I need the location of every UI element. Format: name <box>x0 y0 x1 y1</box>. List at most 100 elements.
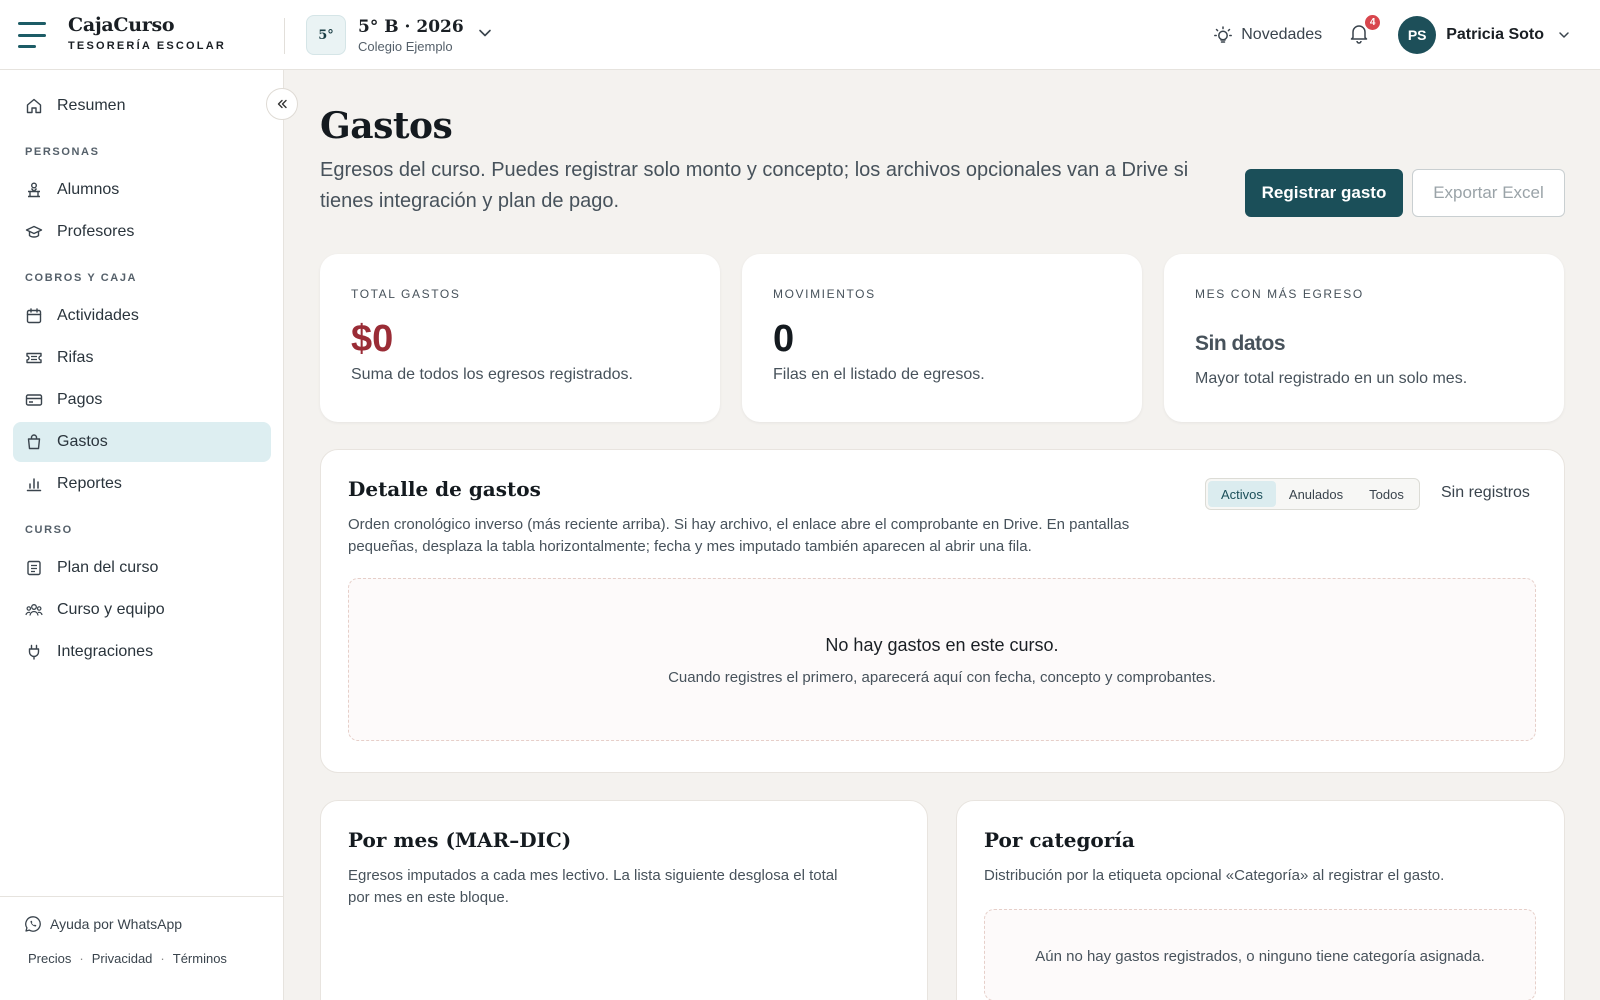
course-selector[interactable]: 5° 5° B · 2026 Colegio Ejemplo <box>306 15 492 55</box>
sidebar-item-actividades[interactable]: Actividades <box>13 296 271 336</box>
sidebar-item-plan-del-curso[interactable]: Plan del curso <box>13 548 271 588</box>
user-name: Patricia Soto <box>1446 26 1544 43</box>
chevron-down-icon <box>478 29 491 37</box>
sidebar-item-label: Profesores <box>57 223 135 240</box>
sidebar: Resumen PERSONAS Alumnos Profesores COBR… <box>0 70 284 1000</box>
nav-section-title: PERSONAS <box>25 146 100 158</box>
plug-icon <box>28 644 40 660</box>
graduation-cap-icon <box>25 225 43 238</box>
chevron-down-icon <box>1559 32 1569 38</box>
panel-description: Egresos imputados a cada mes lectivo. La… <box>348 865 837 909</box>
sidebar-item-label: Plan del curso <box>57 559 159 576</box>
stat-card-top-month: MES CON MÁS EGRESO Sin datos Mayor total… <box>1164 254 1564 422</box>
panel-description: Distribución por la etiqueta opcional «C… <box>984 867 1445 884</box>
stat-card-total: TOTAL GASTOS $0 Suma de todos los egreso… <box>320 254 720 422</box>
credit-card-icon <box>25 394 43 406</box>
footer-link-terminos[interactable]: Términos <box>173 951 227 966</box>
document-icon <box>27 560 41 576</box>
sidebar-item-label: Gastos <box>57 433 108 450</box>
main-content: Gastos Egresos del curso. Puedes registr… <box>285 71 1600 1000</box>
sidebar-item-label: Alumnos <box>57 181 120 198</box>
expense-detail-panel: Detalle de gastos Orden cronológico inve… <box>320 449 1565 773</box>
shopping-bag-icon <box>27 434 41 450</box>
notifications-button[interactable]: 4 <box>1348 12 1383 49</box>
records-count: Sin registros <box>1441 484 1530 501</box>
team-icon <box>25 604 43 616</box>
help-label: Ayuda por WhatsApp <box>50 916 183 932</box>
notification-badge: 4 <box>1363 12 1383 32</box>
bar-chart-icon <box>26 478 42 492</box>
calendar-icon <box>26 308 42 324</box>
sidebar-item-label: Integraciones <box>57 643 154 660</box>
course-school: Colegio Ejemplo <box>358 38 453 54</box>
nav-section-title: COBROS Y CAJA <box>25 272 138 284</box>
description-line: Egresos imputados a cada mes lectivo. La… <box>348 867 838 884</box>
avatar: PS <box>1398 16 1437 54</box>
stat-label: MOVIMIENTOS <box>773 287 876 301</box>
footer-links: Precios · Privacidad · Términos <box>28 951 227 966</box>
register-expense-button[interactable]: Registrar gasto <box>1245 169 1403 217</box>
sidebar-item-label: Actividades <box>57 307 139 324</box>
chevrons-left-icon <box>277 99 287 109</box>
course-name: 5° B · 2026 <box>358 16 464 37</box>
panel-title: Por mes (MAR–DIC) <box>348 828 572 852</box>
sidebar-item-profesores[interactable]: Profesores <box>13 212 271 252</box>
sidebar-item-rifas[interactable]: Rifas <box>13 338 271 378</box>
by-month-panel: Por mes (MAR–DIC) Egresos imputados a ca… <box>320 800 928 1000</box>
students-icon <box>28 182 40 198</box>
top-bar: CajaCurso TESORERÍA ESCOLAR 5° 5° B · 20… <box>0 0 1600 70</box>
empty-state: No hay gastos en este curso. Cuando regi… <box>348 578 1536 741</box>
stat-note: Filas en el listado de egresos. <box>773 366 985 383</box>
empty-subtitle: Cuando registres el primero, aparecerá a… <box>668 669 1216 686</box>
stat-note: Suma de todos los egresos registrados. <box>351 366 633 383</box>
empty-message: Aún no hay gastos registrados, o ninguno… <box>1035 948 1485 965</box>
menu-icon[interactable] <box>18 22 48 48</box>
sidebar-nav: Resumen PERSONAS Alumnos Profesores COBR… <box>13 86 271 674</box>
filter-todos[interactable]: Todos <box>1356 481 1417 507</box>
sidebar-item-label: Reportes <box>57 475 122 492</box>
nav-section-title: CURSO <box>25 524 73 536</box>
course-badge: 5° <box>306 15 346 55</box>
brand-name: CajaCurso <box>68 14 175 36</box>
export-excel-button[interactable]: Exportar Excel <box>1412 169 1565 217</box>
page-title: Gastos <box>320 105 453 147</box>
description-line: por mes en este bloque. <box>348 889 509 906</box>
stat-value: 0 <box>773 318 795 360</box>
separator: · <box>160 951 165 966</box>
footer-link-precios[interactable]: Precios <box>28 951 71 966</box>
divider <box>284 18 285 54</box>
sidebar-item-pagos[interactable]: Pagos <box>13 380 271 420</box>
sidebar-item-label: Rifas <box>57 349 94 366</box>
by-category-panel: Por categoría Distribución por la etique… <box>956 800 1565 1000</box>
stat-value: $0 <box>351 318 394 360</box>
sidebar-item-label: Curso y equipo <box>57 601 165 618</box>
sidebar-item-curso-y-equipo[interactable]: Curso y equipo <box>13 590 271 630</box>
panel-title: Por categoría <box>984 828 1135 852</box>
whatsapp-icon <box>25 916 41 932</box>
sidebar-item-alumnos[interactable]: Alumnos <box>13 170 271 210</box>
stat-note: Mayor total registrado en un solo mes. <box>1195 370 1468 387</box>
sidebar-item-label: Resumen <box>57 97 126 114</box>
sidebar-item-reportes[interactable]: Reportes <box>13 464 271 504</box>
home-icon <box>26 98 42 114</box>
footer-link-privacidad[interactable]: Privacidad <box>92 951 153 966</box>
user-menu[interactable]: PS Patricia Soto <box>1398 16 1570 54</box>
lightbulb-icon <box>1214 26 1233 43</box>
sidebar-footer: Ayuda por WhatsApp Precios · Privacidad … <box>0 896 283 966</box>
status-filter: Activos Anulados Todos <box>1205 478 1420 510</box>
stat-card-movements: MOVIMIENTOS 0 Filas en el listado de egr… <box>742 254 1142 422</box>
filter-activos[interactable]: Activos <box>1208 481 1276 507</box>
description-line: Orden cronológico inverso (más reciente … <box>348 516 1130 533</box>
description-line: pequeñas, desplaza la tabla horizontalme… <box>348 538 1032 555</box>
news-button[interactable]: Novedades <box>1213 25 1322 45</box>
stat-value: Sin datos <box>1195 332 1286 355</box>
whatsapp-help-link[interactable]: Ayuda por WhatsApp <box>24 915 182 933</box>
sidebar-item-label: Pagos <box>57 391 103 408</box>
sidebar-item-integraciones[interactable]: Integraciones <box>13 632 271 672</box>
filter-anulados[interactable]: Anulados <box>1276 481 1356 507</box>
sidebar-item-resumen[interactable]: Resumen <box>13 86 271 126</box>
collapse-sidebar-button[interactable] <box>266 88 298 120</box>
brand[interactable]: CajaCurso TESORERÍA ESCOLAR <box>68 14 226 52</box>
sidebar-item-gastos[interactable]: Gastos <box>13 422 271 462</box>
stat-label: TOTAL GASTOS <box>351 287 461 301</box>
